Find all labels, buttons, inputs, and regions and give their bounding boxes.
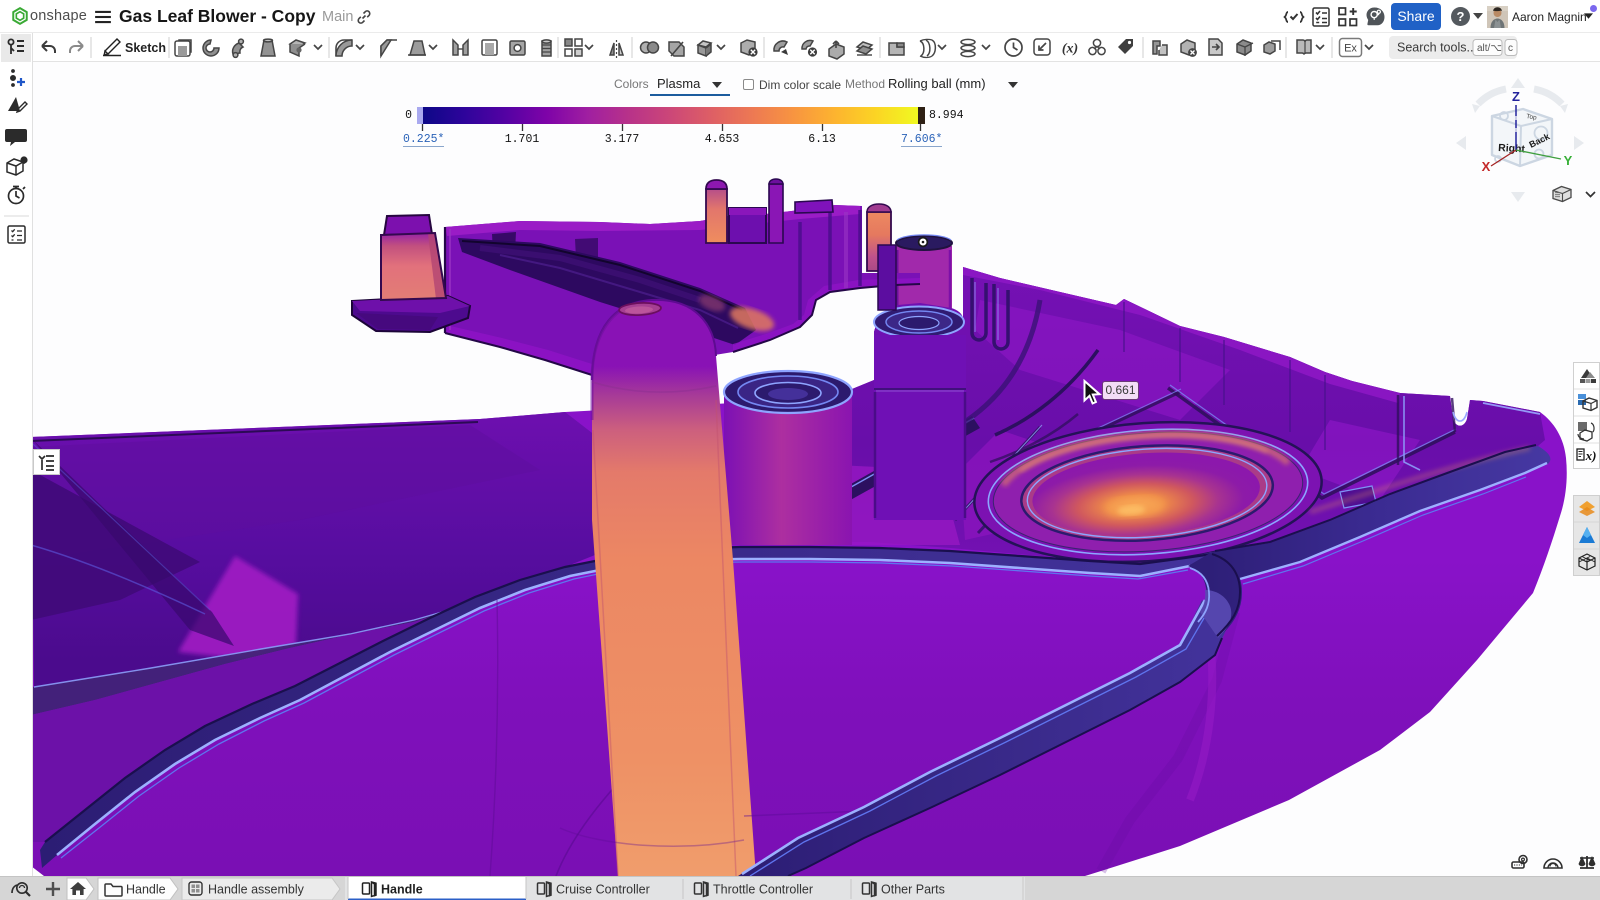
svg-text:Throttle Controller: Throttle Controller	[713, 883, 813, 897]
svg-text:?: ?	[1457, 9, 1465, 24]
svg-text:c: c	[1508, 43, 1513, 54]
svg-text:alt/⌥: alt/⌥	[1477, 43, 1502, 54]
svg-text:Sketch: Sketch	[125, 41, 166, 55]
svg-text:Z: Z	[1512, 89, 1520, 104]
svg-text:x): x)	[1585, 448, 1597, 463]
svg-text:Handle: Handle	[381, 883, 423, 897]
svg-text:Handle assembly: Handle assembly	[208, 883, 305, 897]
svg-text:(x): (x)	[1062, 42, 1078, 57]
svg-text:Other Parts: Other Parts	[881, 883, 945, 897]
svg-text:Y: Y	[1564, 153, 1573, 168]
svg-text:Cruise Controller: Cruise Controller	[556, 883, 650, 897]
svg-text:Handle: Handle	[126, 883, 166, 897]
svg-text:X: X	[1482, 159, 1491, 174]
svg-text:Search tools...: Search tools...	[1397, 41, 1477, 55]
svg-text:Ex: Ex	[1344, 43, 1357, 55]
